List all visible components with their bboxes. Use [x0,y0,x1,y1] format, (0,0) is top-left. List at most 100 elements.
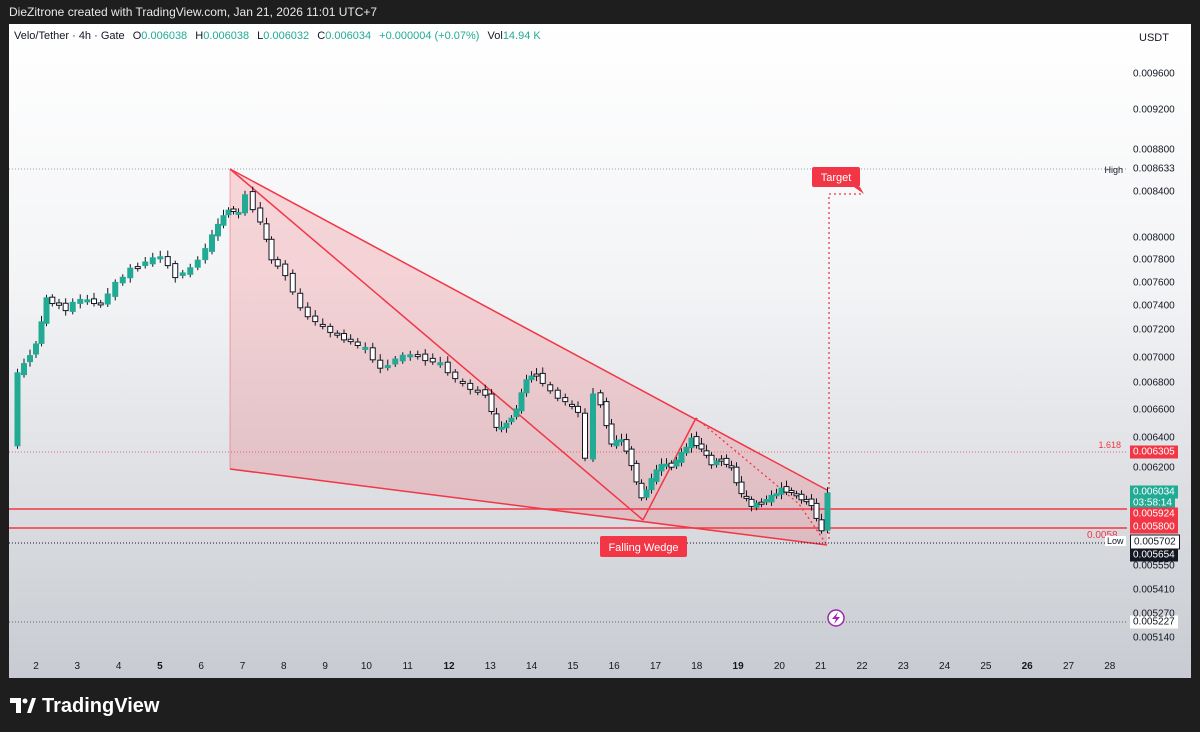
candle-body [523,379,530,394]
lightning-icon[interactable] [827,609,845,627]
falling-wedge-label: Falling Wedge [608,542,678,554]
candle-body [62,302,69,312]
candle-body [623,439,630,452]
candle-body [803,499,810,503]
candle-body [678,451,685,463]
candle-body [274,259,281,267]
close-value: 0.006034 [325,30,372,42]
candle-body [444,361,451,374]
candle-body [618,439,625,443]
candle-body [377,359,384,369]
time-tick-label: 15 [567,661,579,672]
candle-body [235,211,242,215]
candle-body [27,355,33,363]
candle-body [369,347,376,361]
candle-body [643,489,650,498]
time-tick-label: 6 [198,661,204,672]
candle-body [798,493,805,501]
candle-body [304,306,311,318]
high-value: 0.006038 [203,30,250,42]
candle-body [793,493,800,497]
candle-body [149,257,156,265]
candle-body [738,481,745,495]
price-tick-label: 0.005410 [1133,584,1175,596]
candle-body [84,299,91,303]
candle-body [808,498,815,507]
candle-body [488,393,495,412]
candle-body [708,454,715,466]
price-tick-label: 0.008000 [1133,232,1175,244]
falling-wedge-annotation[interactable]: Falling Wedge [600,536,687,557]
candle-body [33,343,39,355]
candle-body [824,492,831,531]
price-tick-label: 0.008400 [1133,186,1175,198]
candle-body [220,215,227,226]
change-value: +0.000004 (+0.07%) [379,30,480,42]
upper-level-tag: 0.005924 [1130,507,1178,521]
price-tick-label: 0.009200 [1133,104,1175,116]
time-tick-label: 8 [281,661,287,672]
time-tick-label: 14 [526,661,538,672]
candle-body [38,321,45,344]
price-axis[interactable]: 0.008633 0.006305 0.006034 03:58:14 0.00… [1127,24,1191,678]
candle-body [547,384,554,392]
candle-body [215,223,221,237]
candle-body [608,423,615,445]
time-axis[interactable]: 2 3 4 5 6 7 8 9 10 11 12 13 14 15 16 17 18 19 20 21 22 23 24 25… [9,654,1127,678]
candle-body [758,501,765,505]
candle-body [693,436,700,447]
candle-body [653,469,660,482]
symbol-legend: Velo/Tether · 4h · Gate O0.006038 H0.006… [14,30,541,42]
tradingview-footer[interactable]: TradingView [10,693,159,719]
price-tick-label: 0.006400 [1133,432,1175,444]
price-tick-label: 0.007400 [1133,300,1175,312]
price-chart[interactable]: Target Falling Wedge 0.0058 High 1.618 [9,24,1127,654]
candle-body [225,209,232,216]
candle-body [768,494,775,503]
time-tick-label: 11 [402,661,413,672]
candle-body [429,357,436,363]
candle-body [334,332,341,336]
price-tick-label: 0.005270 [1133,608,1175,620]
price-tick-label: 0.006600 [1133,404,1175,416]
symbol-name[interactable]: Velo/Tether · 4h · Gate [14,30,125,42]
candle-body [437,362,444,366]
candle-body [392,358,399,365]
time-tick-label: 18 [691,661,703,672]
candle-body [257,207,264,223]
candle-body [384,365,391,369]
candle-body [482,389,489,396]
candle-body [493,413,500,428]
candle-body [142,261,149,266]
time-tick-label: 26 [1021,661,1033,672]
target-annotation[interactable]: Target [812,167,864,194]
low-price-tag: 0.005702 [1130,534,1180,550]
price-tick-label: 0.007800 [1133,254,1175,266]
candle-body [49,296,56,305]
candle-body [668,462,675,468]
open-key: O [132,30,142,42]
target-label: Target [821,172,852,184]
time-tick-label: 12 [443,661,455,672]
price-tick-label: 0.007200 [1133,324,1175,336]
time-tick-label: 19 [732,661,744,672]
candle-body [194,259,201,268]
candle-body [628,448,635,467]
candle-body [297,292,304,309]
candle-body [179,272,186,276]
candle-body [663,463,670,467]
candle-body [728,465,735,469]
candle-body [562,397,569,403]
price-tick-label: 0.007600 [1133,277,1175,289]
candle-body [97,302,104,306]
time-tick-label: 20 [773,661,785,672]
time-tick-label: 24 [939,661,951,672]
time-tick-label: 25 [980,661,992,672]
chart-pane[interactable]: Target Falling Wedge 0.0058 High 1.618 V… [9,24,1191,678]
candle-body [575,405,581,413]
candle-body [818,519,825,532]
candle-body [590,393,596,460]
lower-level-tag: 0.005800 [1130,520,1178,534]
candle-body [648,478,655,491]
candle-body [172,263,179,279]
